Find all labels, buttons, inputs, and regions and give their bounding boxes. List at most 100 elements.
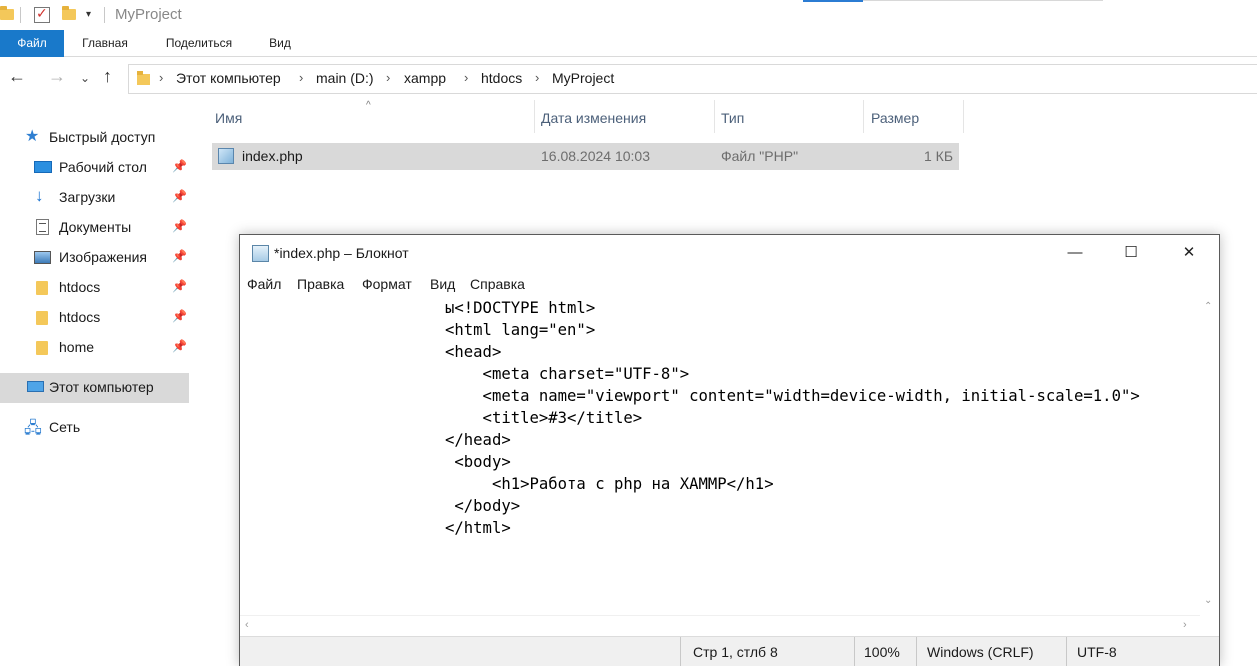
folder-icon [36,341,48,355]
nav-item-label: Сеть [49,419,81,435]
breadcrumb-this-pc[interactable]: Этот компьютер [176,70,281,86]
pin-icon[interactable]: 📌 [172,189,187,203]
pin-icon[interactable]: 📌 [172,339,187,353]
pin-icon[interactable]: 📌 [172,249,187,263]
column-header-type[interactable]: Тип [721,110,744,126]
toolbar-separator [20,7,21,23]
scroll-down-arrow-icon[interactable]: ⌄ [1204,595,1212,606]
sort-ascending-icon: ^ [366,100,371,111]
ribbon-tabs: Файл Главная Поделиться Вид [0,30,1257,57]
notepad-icon[interactable] [252,245,269,262]
pin-icon[interactable]: 📌 [172,309,187,323]
nav-item-label: Изображения [59,249,147,265]
title-accent-line [803,0,863,2]
menu-edit[interactable]: Правка [297,276,344,292]
nav-item-label: Этот компьютер [49,379,154,395]
breadcrumb-htdocs[interactable]: htdocs [481,70,522,86]
nav-item-home[interactable]: home 📌 [0,333,189,363]
vertical-scrollbar[interactable]: ⌃ ⌄ [1200,297,1219,615]
status-divider [916,637,917,666]
file-date: 16.08.2024 10:03 [541,148,650,164]
editor-content[interactable]: ы<!DOCTYPE html> <html lang="en"> <head>… [445,297,1140,539]
file-row[interactable]: index.php 16.08.2024 10:03 Файл "PHP" 1 … [212,143,959,170]
nav-item-label: Рабочий стол [59,159,147,175]
column-divider[interactable] [714,100,715,133]
scroll-right-arrow-icon[interactable]: › [1183,619,1187,631]
properties-icon[interactable] [34,5,50,23]
folder-icon [36,281,48,295]
chevron-right-icon[interactable]: › [299,70,303,85]
chevron-right-icon[interactable]: › [535,70,539,85]
column-header-name[interactable]: Имя [215,110,242,126]
quick-access-dropdown-icon[interactable]: ▾ [86,9,91,20]
chevron-right-icon[interactable]: › [159,70,163,85]
file-type: Файл "PHP" [721,148,799,164]
title-accent-line [863,0,1103,1]
column-divider[interactable] [534,100,535,133]
notepad-status-bar: Стр 1, стлб 8 100% Windows (CRLF) UTF-8 [240,636,1219,666]
up-arrow-icon[interactable]: ↑ [103,66,112,87]
notepad-title-bar[interactable]: *index.php – Блокнот — ☐ ✕ [240,235,1219,271]
php-file-icon [218,148,234,164]
nav-item-downloads[interactable]: ↓ Загрузки 📌 [0,183,189,213]
nav-item-pictures[interactable]: Изображения 📌 [0,243,189,273]
status-zoom: 100% [864,644,900,660]
column-divider[interactable] [963,100,964,133]
desktop-icon [34,161,52,173]
pin-icon[interactable]: 📌 [172,219,187,233]
chevron-right-icon[interactable]: › [464,70,468,85]
scroll-left-arrow-icon[interactable]: ‹ [245,619,249,631]
horizontal-scrollbar[interactable]: ‹ › [240,615,1200,635]
status-divider [854,637,855,666]
network-icon: 🖧 [24,420,42,437]
breadcrumb-xampp[interactable]: xampp [404,70,446,86]
nav-item-quick-access[interactable]: ★ Быстрый доступ [0,123,189,153]
maximize-icon[interactable]: ☐ [1102,235,1160,271]
forward-arrow-icon[interactable]: → [48,66,66,87]
nav-item-documents[interactable]: Документы 📌 [0,213,189,243]
address-bar[interactable]: › Этот компьютер › main (D:) › xampp › h… [128,64,1257,94]
menu-format[interactable]: Формат [362,276,412,292]
column-divider[interactable] [863,100,864,133]
scroll-up-arrow-icon[interactable]: ⌃ [1204,301,1212,312]
status-encoding: UTF-8 [1077,644,1117,660]
notepad-window: *index.php – Блокнот — ☐ ✕ Файл Правка Ф… [239,234,1220,666]
nav-item-label: htdocs [59,309,101,325]
nav-item-network[interactable]: 🖧 Сеть [0,413,189,443]
column-header-size[interactable]: Размер [871,110,919,126]
menu-help[interactable]: Справка [470,276,525,292]
menu-view[interactable]: Вид [430,276,455,292]
folder-icon [0,6,14,20]
explorer-title-bar: ▾ MyProject [0,0,1257,30]
recent-locations-chevron-icon[interactable]: ⌄ [80,71,90,85]
download-icon: ↓ [35,186,44,205]
tab-view[interactable]: Вид [252,30,308,57]
nav-item-this-pc[interactable]: Этот компьютер [0,373,189,403]
nav-item-htdocs[interactable]: htdocs 📌 [0,303,189,333]
new-folder-icon[interactable] [62,6,76,20]
breadcrumb-drive[interactable]: main (D:) [316,70,374,86]
breadcrumb-myproject[interactable]: MyProject [552,70,614,86]
toolbar-separator [104,7,105,23]
status-line-endings: Windows (CRLF) [927,644,1034,660]
back-arrow-icon[interactable]: ← [8,66,26,87]
nav-item-htdocs[interactable]: htdocs 📌 [0,273,189,303]
pin-icon[interactable]: 📌 [172,279,187,293]
notepad-text-area[interactable]: ы<!DOCTYPE html> <html lang="en"> <head>… [240,297,1200,615]
pin-icon[interactable]: 📌 [172,159,187,173]
folder-icon [137,71,150,85]
minimize-icon[interactable]: — [1046,235,1104,271]
nav-item-desktop[interactable]: Рабочий стол 📌 [0,153,189,183]
tab-file[interactable]: Файл [0,30,64,57]
chevron-right-icon[interactable]: › [386,70,390,85]
navigation-bar: ← → ⌄ ↑ › Этот компьютер › main (D:) › x… [0,58,1257,98]
folder-icon [36,311,48,325]
computer-icon [27,381,44,392]
notepad-menu-bar: Файл Правка Формат Вид Справка [240,271,1219,297]
nav-item-label: htdocs [59,279,101,295]
tab-share[interactable]: Поделиться [146,30,252,57]
tab-home[interactable]: Главная [64,30,146,57]
menu-file[interactable]: Файл [247,276,281,292]
close-icon[interactable]: ✕ [1160,235,1218,271]
column-header-date[interactable]: Дата изменения [541,110,646,126]
